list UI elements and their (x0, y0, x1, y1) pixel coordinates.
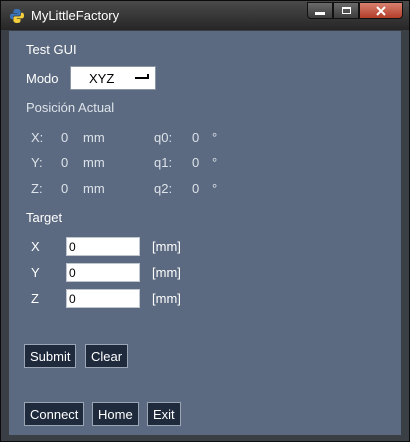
pos-y-axis: Y: (31, 155, 43, 170)
pos-x-unit: mm (83, 130, 105, 145)
maximize-icon[interactable] (333, 2, 359, 19)
app-window: MyLittleFactory Test GUI Modo XYZ Posici… (0, 0, 410, 442)
target-x-label: X (31, 239, 40, 254)
pos-y-value: 0 (61, 155, 69, 170)
close-icon[interactable] (359, 2, 403, 19)
pos-q0-value: 0 (192, 130, 200, 145)
window-controls (307, 2, 403, 20)
target-y-input[interactable] (66, 263, 140, 282)
position-title: Posición Actual (26, 100, 115, 115)
submit-button[interactable]: Submit (24, 344, 77, 368)
pos-q1-unit: ° (212, 155, 218, 170)
target-title: Target (26, 210, 63, 225)
pos-x-axis: X: (31, 130, 44, 145)
pos-q1-value: 0 (192, 155, 200, 170)
pos-q1-label: q1: (154, 155, 173, 170)
mode-value: XYZ (89, 71, 115, 86)
pos-q2-value: 0 (192, 181, 200, 196)
title-bar[interactable]: MyLittleFactory (1, 1, 409, 30)
pos-q0-label: q0: (154, 130, 173, 145)
main-panel: Test GUI Modo XYZ Posición Actual X: 0 m… (9, 31, 401, 435)
mode-label: Modo (26, 71, 59, 86)
home-button[interactable]: Home (92, 402, 139, 426)
pos-z-value: 0 (61, 181, 69, 196)
header-label: Test GUI (26, 42, 77, 57)
connect-button[interactable]: Connect (24, 402, 85, 426)
target-z-input[interactable] (66, 289, 140, 308)
target-x-unit: [mm] (152, 239, 181, 254)
dropdown-indicator-icon (135, 74, 149, 79)
pos-q0-unit: ° (212, 130, 218, 145)
pos-q2-label: q2: (154, 181, 173, 196)
target-z-label: Z (31, 291, 39, 306)
pos-q2-unit: ° (212, 181, 218, 196)
python-icon (10, 9, 24, 23)
pos-y-unit: mm (83, 155, 105, 170)
minimize-icon[interactable] (307, 2, 333, 19)
target-y-label: Y (31, 265, 40, 280)
window-title: MyLittleFactory (31, 8, 120, 23)
target-x-input[interactable] (66, 237, 140, 256)
pos-z-axis: Z: (31, 181, 43, 196)
pos-z-unit: mm (83, 181, 105, 196)
target-z-unit: [mm] (152, 291, 181, 306)
mode-dropdown[interactable]: XYZ (70, 66, 156, 90)
clear-button[interactable]: Clear (85, 344, 129, 368)
exit-button[interactable]: Exit (147, 402, 181, 426)
target-y-unit: [mm] (152, 265, 181, 280)
pos-x-value: 0 (61, 130, 69, 145)
